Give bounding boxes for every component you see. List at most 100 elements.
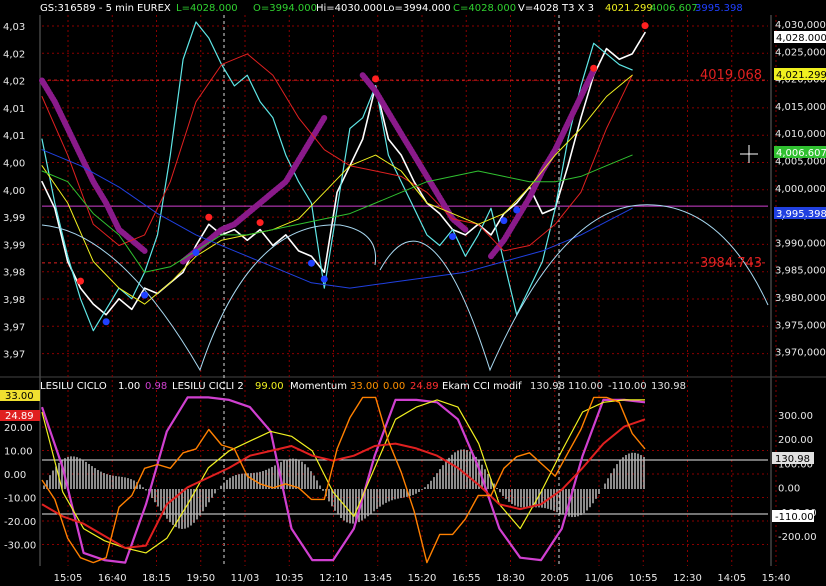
- time-tick-label: 18:30: [496, 573, 525, 584]
- tag-green: 4,006.607: [776, 148, 826, 159]
- price-tick-left: 4,00: [3, 186, 25, 197]
- header-symbol: GS:316589 - 5 min: [40, 3, 134, 14]
- osc-left-tag1: 33.00: [5, 391, 34, 402]
- osc-v3b: 0.00: [383, 381, 405, 392]
- level-low-label: 3984.743: [700, 256, 762, 271]
- tag-yellow: 4,021.299: [776, 70, 826, 81]
- price-tick-left: 4,00: [3, 159, 25, 170]
- trading-chart: GS:316589 - 5 min EUREX L=4028.000 O=399…: [0, 0, 826, 586]
- osc-v4d: 130.98: [651, 381, 686, 392]
- header-ind1: 4021.299: [605, 3, 653, 14]
- price-tick-right: 3,975,000: [775, 320, 826, 331]
- header-open: O=3994.000: [253, 3, 317, 14]
- osc-tick-right: 0.00: [778, 484, 800, 495]
- price-tick-left: 3,97: [3, 350, 25, 361]
- price-tick-left: 4,01: [3, 104, 25, 115]
- price-tick-left: 4,02: [3, 49, 25, 60]
- osc-left-tag2: 24.89: [5, 411, 34, 422]
- time-tick-label: 11/03: [231, 573, 260, 584]
- osc-name1: LESILU CICLO: [40, 381, 107, 392]
- osc-tick-right: 300.00: [778, 411, 813, 422]
- header-high: Hi=4030.000: [316, 3, 382, 14]
- price-tick-left: 3,99: [3, 213, 25, 224]
- time-tick-label: 16:55: [452, 573, 481, 584]
- tag-last: 4,028.000: [776, 33, 826, 44]
- osc-tick-left: 0.00: [4, 470, 26, 481]
- price-tick-left: 3,98: [3, 295, 25, 306]
- price-tick-right: 3,985,000: [775, 266, 826, 277]
- signal-low-dot: [320, 275, 328, 283]
- osc-tick-left: -20.00: [4, 517, 36, 528]
- osc-tick-left: -10.00: [4, 494, 36, 505]
- price-tick-right: 3,990,000: [775, 238, 826, 249]
- time-tick-label: 15:40: [762, 573, 791, 584]
- time-tick-label: 11/06: [585, 573, 614, 584]
- header-t: T3 X 3: [561, 3, 594, 14]
- time-tick-label: 10:55: [629, 573, 658, 584]
- signal-low-dot: [192, 249, 200, 257]
- tag-blue: 3,995.398: [776, 209, 826, 220]
- signal-high-dot: [372, 75, 380, 83]
- chart-background: [0, 0, 826, 586]
- signal-high-dot: [205, 213, 213, 221]
- time-tick-label: 16:40: [98, 573, 127, 584]
- signal-low-dot: [307, 259, 315, 267]
- header-ind2: 4006.607: [650, 3, 698, 14]
- signal-high-dot: [256, 219, 264, 227]
- price-tick-right: 4,030,000: [775, 20, 826, 31]
- price-tick-left: 4,03: [3, 22, 25, 33]
- osc-right-tag1: 130.98: [775, 454, 810, 465]
- price-tick-left: 3,99: [3, 240, 25, 251]
- time-tick-label: 13:45: [363, 573, 392, 584]
- price-tick-right: 4,010,000: [775, 129, 826, 140]
- osc-tick-left: 10.00: [4, 447, 33, 458]
- signal-high-dot: [641, 22, 649, 30]
- osc-tick-right: 200.00: [778, 435, 813, 446]
- header-exchange: EUREX: [137, 3, 171, 14]
- osc-v3a: 33.00: [350, 381, 379, 392]
- osc-v1a: 1.00: [118, 381, 140, 392]
- osc-name4: Ekam CCI modif: [442, 381, 522, 392]
- header-last: L=4028.000: [176, 3, 238, 14]
- header-close: C=4028.000: [453, 3, 516, 14]
- osc-right-tag2: -110.00: [775, 512, 814, 523]
- price-tick-right: 3,970,000: [775, 348, 826, 359]
- osc-name3: Momentum: [290, 381, 347, 392]
- time-tick-label: 12:30: [673, 573, 702, 584]
- time-tick-label: 18:15: [142, 573, 171, 584]
- osc-tick-left: 20.00: [4, 423, 33, 434]
- time-tick-label: 19:50: [186, 573, 215, 584]
- osc-v1b: 0.98: [145, 381, 167, 392]
- price-tick-left: 3,98: [3, 268, 25, 279]
- signal-high-dot: [590, 64, 598, 72]
- osc-v3c: 24.89: [410, 381, 439, 392]
- price-tick-right: 3,980,000: [775, 293, 826, 304]
- header-low: Lo=3994.000: [383, 3, 451, 14]
- osc-v4b: 110.00: [568, 381, 603, 392]
- header-volume: V=4028: [518, 3, 559, 14]
- price-tick-left: 3,97: [3, 322, 25, 333]
- time-tick-label: 10:35: [275, 573, 304, 584]
- time-tick-label: 14:05: [717, 573, 746, 584]
- price-tick-left: 4,02: [3, 77, 25, 88]
- osc-v4c: -110.00: [608, 381, 647, 392]
- signal-low-dot: [141, 291, 149, 299]
- header-ind3: 3995.398: [695, 3, 743, 14]
- signal-high-dot: [76, 277, 84, 285]
- time-tick-label: 15:20: [408, 573, 437, 584]
- osc-tick-left: -30.00: [4, 541, 36, 552]
- osc-name2: LESILU CICLI 2: [172, 381, 244, 392]
- time-tick-label: 15:05: [54, 573, 83, 584]
- price-tick-right: 4,015,000: [775, 102, 826, 113]
- time-tick-label: 20:05: [540, 573, 569, 584]
- osc-v2: 99.00: [255, 381, 284, 392]
- price-tick-right: 4,025,000: [775, 47, 826, 58]
- signal-low-dot: [513, 206, 521, 214]
- osc-v4a: 130.98: [530, 381, 565, 392]
- level-high-label: 4019.068: [700, 68, 762, 83]
- price-tick-right: 4,000,000: [775, 184, 826, 195]
- signal-low-dot: [449, 233, 457, 241]
- osc-tick-right: -200.00: [778, 532, 817, 543]
- signal-low-dot: [500, 217, 508, 225]
- time-tick-label: 12:10: [319, 573, 348, 584]
